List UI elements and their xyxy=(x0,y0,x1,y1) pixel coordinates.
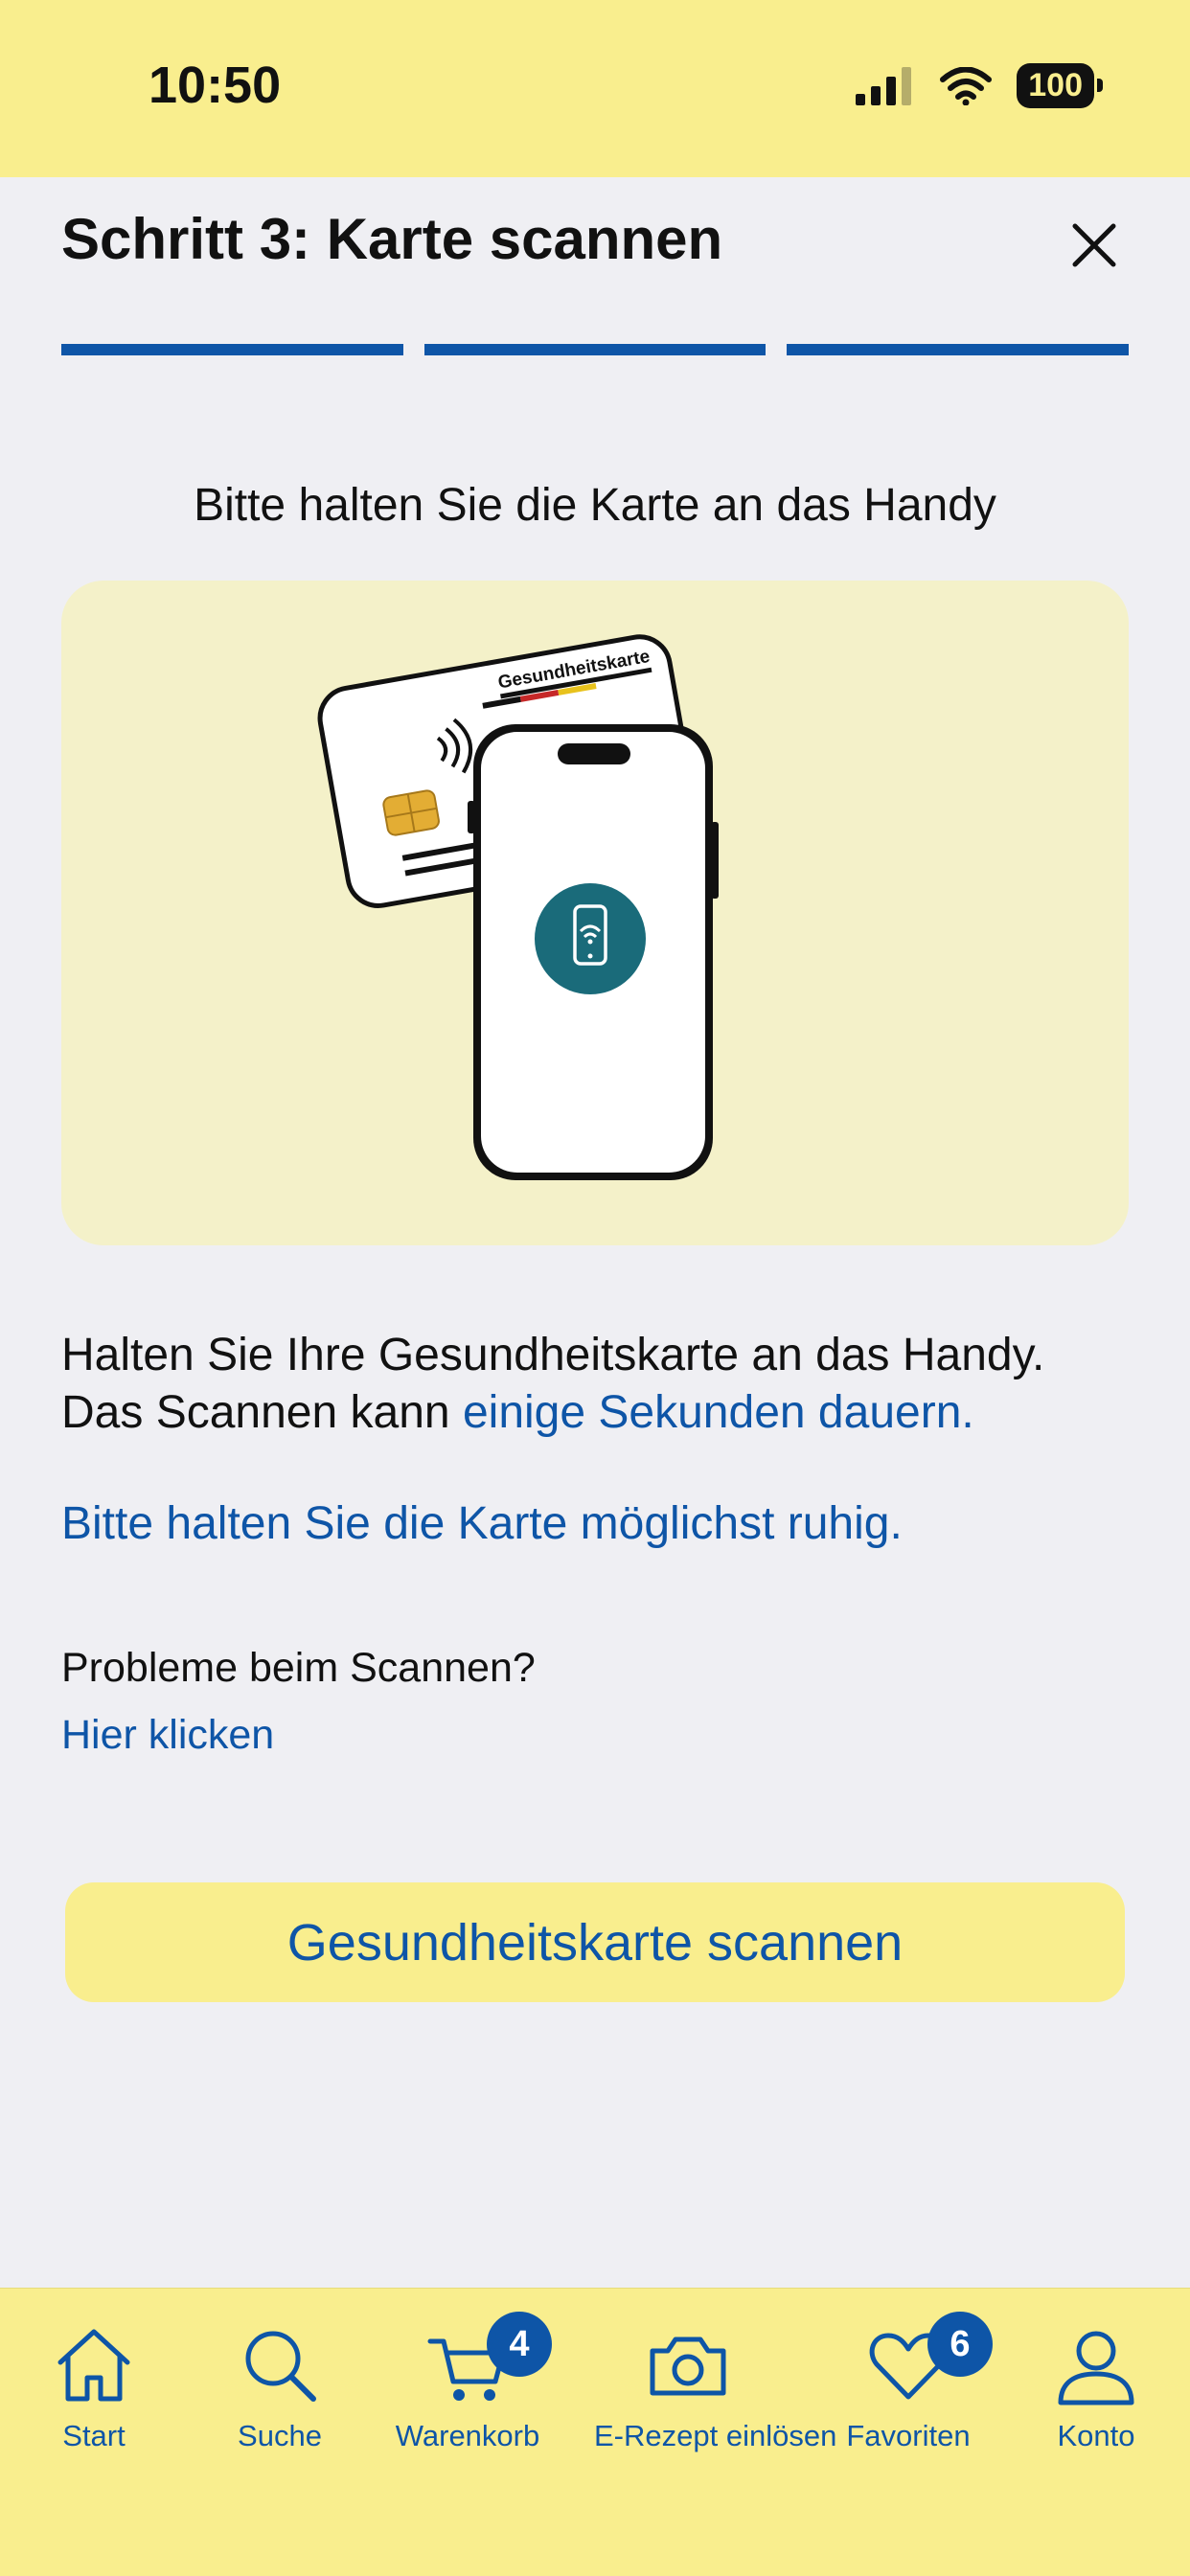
close-icon xyxy=(1072,223,1116,267)
wifi-icon xyxy=(940,66,993,105)
tab-label: Warenkorb xyxy=(395,2419,540,2452)
battery-indicator: 100 xyxy=(1017,63,1103,108)
problem-help-link[interactable]: Hier klicken xyxy=(61,1712,274,1759)
instruction-highlight: einige Sekunden dauern. xyxy=(462,1387,974,1438)
tab-label: Konto xyxy=(1057,2419,1135,2452)
scan-card-button[interactable]: Gesundheitskarte scannen xyxy=(65,1882,1125,2002)
search-icon xyxy=(245,2331,316,2402)
favorites-badge: 6 xyxy=(927,2312,993,2377)
camera-icon xyxy=(650,2337,726,2396)
step-progress xyxy=(61,344,1130,355)
progress-step-2 xyxy=(423,344,767,355)
page-title: Schritt 3: Karte scannen xyxy=(61,207,723,271)
home-icon xyxy=(57,2329,130,2402)
scan-subtitle: Bitte halten Sie die Karte an das Handy xyxy=(194,480,996,531)
tab-label: Suche xyxy=(238,2419,322,2452)
tab-label: Favoriten xyxy=(846,2419,971,2452)
tab-account[interactable]: Konto xyxy=(1002,2317,1190,2453)
progress-step-1 xyxy=(61,344,403,355)
tab-label: E-Rezept einlösen xyxy=(594,2419,837,2452)
scan-instruction: Halten Sie Ihre Gesundheitskarte an das … xyxy=(61,1327,1134,1442)
person-icon xyxy=(1058,2331,1134,2405)
problem-question: Probleme beim Scannen? xyxy=(61,1645,536,1691)
signal-icon xyxy=(856,66,912,105)
phone-image xyxy=(468,724,719,1180)
tab-label: Start xyxy=(62,2419,126,2452)
tab-favorites[interactable]: 6 Favoriten xyxy=(814,2312,1002,2453)
status-icons: 100 xyxy=(856,63,1103,108)
tab-search[interactable]: Suche xyxy=(186,2317,374,2453)
hold-still-hint: Bitte halten Sie die Karte möglichst ruh… xyxy=(61,1498,903,1549)
status-time: 10:50 xyxy=(149,57,282,114)
close-button[interactable] xyxy=(1067,218,1121,272)
bottom-tab-bar: Start Suche 4 Warenkorb E-Rezept einlöse… xyxy=(0,2288,1190,2576)
progress-step-3 xyxy=(787,344,1130,355)
tab-erezept[interactable]: E-Rezept einlösen xyxy=(594,2317,837,2453)
tab-cart[interactable]: 4 Warenkorb xyxy=(374,2312,561,2453)
card-phone-illustration: Gesundheitskarte xyxy=(317,634,719,1180)
tab-start[interactable]: Start xyxy=(0,2317,188,2453)
scan-illustration: Gesundheitskarte xyxy=(61,581,1129,1245)
status-bar: 10:50 100 xyxy=(0,0,1190,177)
cart-badge: 4 xyxy=(487,2312,552,2377)
